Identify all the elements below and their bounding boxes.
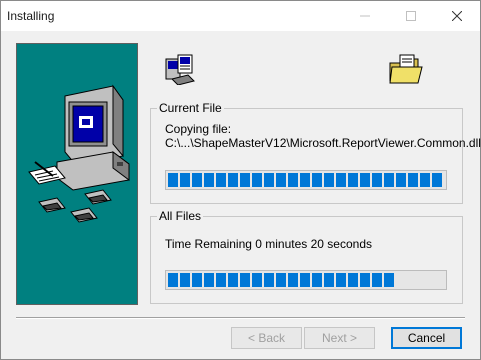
progress-segment [228, 273, 238, 287]
progress-segment [396, 173, 406, 187]
progress-segment [420, 173, 430, 187]
progress-segment [228, 173, 238, 187]
progress-segment [324, 173, 334, 187]
title-bar: Installing [1, 1, 480, 31]
progress-segment [372, 273, 382, 287]
progress-segment [360, 273, 370, 287]
progress-segment [372, 173, 382, 187]
progress-segment [264, 173, 274, 187]
progress-segment [336, 273, 346, 287]
folder-icon [388, 53, 424, 88]
progress-segment [276, 173, 286, 187]
time-remaining: Time Remaining 0 minutes 20 seconds [165, 237, 372, 251]
progress-segment [312, 173, 322, 187]
copying-label: Copying file: [165, 122, 232, 136]
progress-segment [360, 173, 370, 187]
minimize-button[interactable] [342, 1, 388, 31]
progress-segment [276, 273, 286, 287]
progress-segment [216, 273, 226, 287]
cancel-button[interactable]: Cancel [391, 327, 462, 349]
close-button[interactable] [434, 1, 480, 31]
progress-segment [168, 273, 178, 287]
progress-segment [240, 173, 250, 187]
progress-segment [264, 273, 274, 287]
progress-segment [252, 173, 262, 187]
progress-segment [432, 173, 442, 187]
all-files-progress [165, 270, 447, 290]
maximize-button[interactable] [388, 1, 434, 31]
next-button[interactable]: Next > [304, 327, 375, 349]
current-file-progress-fill [168, 173, 444, 187]
all-files-label: All Files [157, 209, 204, 223]
setup-banner [16, 43, 138, 305]
progress-segment [168, 173, 178, 187]
installer-window: Installing Current File Copying file: C:… [0, 0, 481, 360]
progress-segment [300, 173, 310, 187]
progress-segment [192, 173, 202, 187]
progress-segment [288, 273, 298, 287]
computer-setup-icon [28, 84, 130, 223]
progress-segment [300, 273, 310, 287]
floppy-disks [38, 189, 112, 223]
footer-divider [16, 317, 465, 319]
close-icon [452, 11, 462, 21]
progress-segment [288, 173, 298, 187]
current-file-group: Current File Copying file: C:\...\ShapeM… [150, 101, 481, 204]
current-file-label: Current File [157, 101, 224, 115]
progress-segment [192, 273, 202, 287]
progress-segment [204, 273, 214, 287]
progress-segment [216, 173, 226, 187]
back-button[interactable]: < Back [231, 327, 302, 349]
progress-segment [312, 273, 322, 287]
progress-segment [204, 173, 214, 187]
progress-segment [348, 273, 358, 287]
progress-segment [180, 273, 190, 287]
progress-segment [408, 173, 418, 187]
all-files-progress-fill [168, 273, 444, 287]
progress-segment [324, 273, 334, 287]
all-files-group: All Files Time Remaining 0 minutes 20 se… [150, 209, 463, 304]
current-file-progress [165, 170, 447, 190]
progress-segment [384, 173, 394, 187]
minimize-icon [360, 15, 370, 17]
file-path: C:\...\ShapeMasterV12\Microsoft.ReportVi… [165, 136, 481, 150]
progress-segment [336, 173, 346, 187]
window-title: Installing [7, 9, 55, 23]
maximize-icon [406, 11, 416, 21]
progress-segment [348, 173, 358, 187]
progress-segment [252, 273, 262, 287]
progress-segment [384, 273, 394, 287]
progress-segment [240, 273, 250, 287]
progress-segment [180, 173, 190, 187]
disk-transfer-icon [164, 53, 198, 88]
